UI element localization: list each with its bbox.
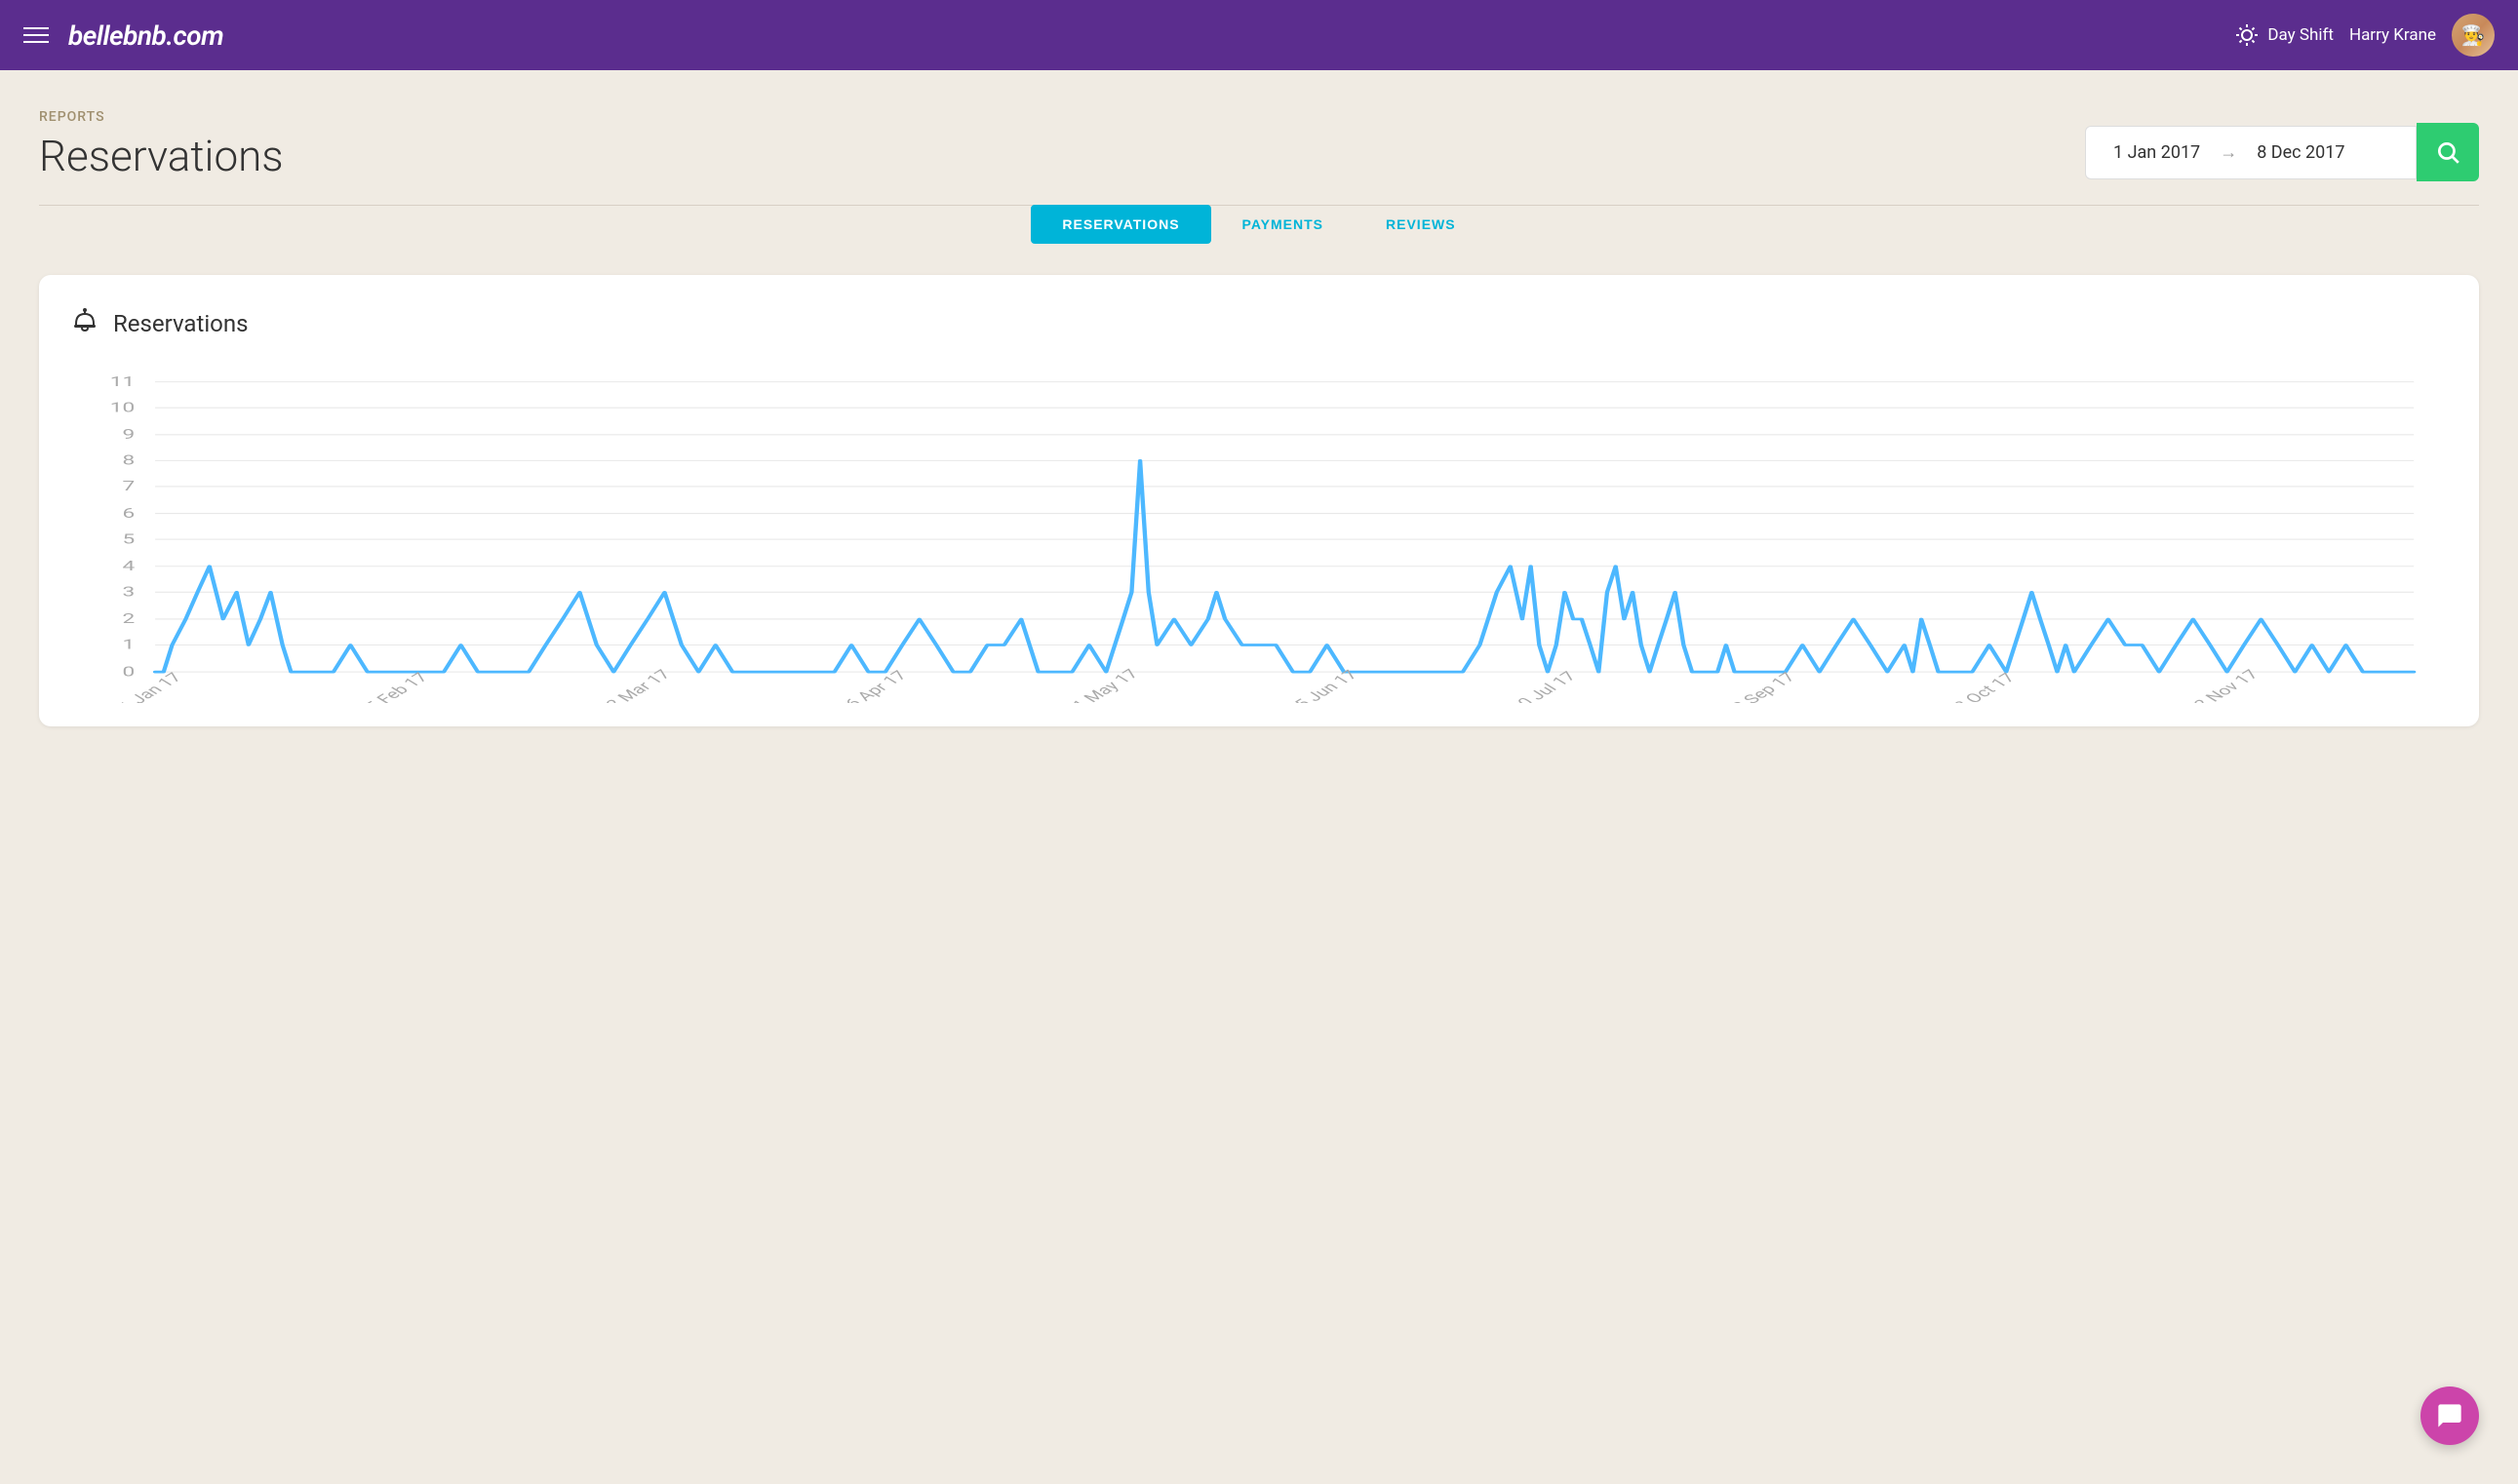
svg-text:4: 4 [122,558,135,573]
breadcrumb: REPORTS [39,109,284,125]
svg-text:1: 1 [122,637,135,652]
svg-text:8 Oct 17: 8 Oct 17 [1950,671,2021,703]
svg-text:5: 5 [122,531,135,547]
page-header: REPORTS Reservations 1 Jan 2017 → 8 Dec … [39,109,2479,181]
search-button[interactable] [2417,123,2479,181]
bell-icon [70,306,99,340]
tab-reservations[interactable]: RESERVATIONS [1031,205,1210,244]
page-title: Reservations [39,131,284,181]
avatar[interactable]: 👨‍🍳 [2452,14,2495,57]
tab-reviews[interactable]: REVIEWS [1355,205,1487,244]
day-shift-toggle[interactable]: Day Shift [2234,22,2334,48]
svg-text:3: 3 [122,584,135,600]
svg-text:3 Sep 17: 3 Sep 17 [1728,670,1800,703]
svg-text:7: 7 [122,479,135,494]
svg-text:12 Mar 17: 12 Mar 17 [594,667,676,703]
search-icon [2435,139,2460,165]
menu-button[interactable] [23,27,49,43]
app-header: bellebnb.com Day Shift Harry Krane 👨‍🍳 [0,0,2518,70]
svg-text:12 Nov 17: 12 Nov 17 [2183,667,2264,703]
svg-text:16 Apr 17: 16 Apr 17 [834,668,913,703]
svg-text:11: 11 [110,373,135,389]
svg-text:5 Feb 17: 5 Feb 17 [362,670,433,703]
day-shift-label: Day Shift [2267,25,2334,45]
header-right: Day Shift Harry Krane 👨‍🍳 [2234,14,2495,57]
date-arrow: → [2220,142,2237,163]
tabs-container: RESERVATIONS PAYMENTS REVIEWS [39,205,2479,244]
sun-icon [2234,22,2260,48]
logo: bellebnb.com [68,20,2234,52]
svg-text:2: 2 [122,611,135,627]
date-range-picker[interactable]: 1 Jan 2017 → 8 Dec 2017 [2085,123,2479,181]
chart-area: 11 10 9 8 7 6 5 4 3 2 1 [70,371,2448,703]
date-start: 1 Jan 2017 [2113,142,2200,163]
svg-text:6: 6 [122,505,135,521]
chart-svg: 11 10 9 8 7 6 5 4 3 2 1 [70,371,2448,703]
date-range-box[interactable]: 1 Jan 2017 → 8 Dec 2017 [2085,126,2417,179]
svg-text:0: 0 [122,664,135,680]
main-content: REPORTS Reservations 1 Jan 2017 → 8 Dec … [0,70,2518,726]
chart-card: Reservations 11 10 9 8 7 6 5 [39,275,2479,726]
chart-title: Reservations [113,310,249,337]
title-section: REPORTS Reservations [39,109,284,181]
svg-text:8: 8 [122,452,135,468]
user-name: Harry Krane [2349,25,2436,45]
svg-text:10: 10 [110,400,135,415]
date-end: 8 Dec 2017 [2257,142,2344,163]
svg-text:30 Jul 17: 30 Jul 17 [1506,669,1581,703]
chat-button[interactable] [2420,1386,2479,1445]
tab-payments[interactable]: PAYMENTS [1211,205,1355,244]
chat-icon [2436,1402,2463,1429]
chart-title-row: Reservations [70,306,2448,340]
svg-text:9: 9 [122,427,135,443]
